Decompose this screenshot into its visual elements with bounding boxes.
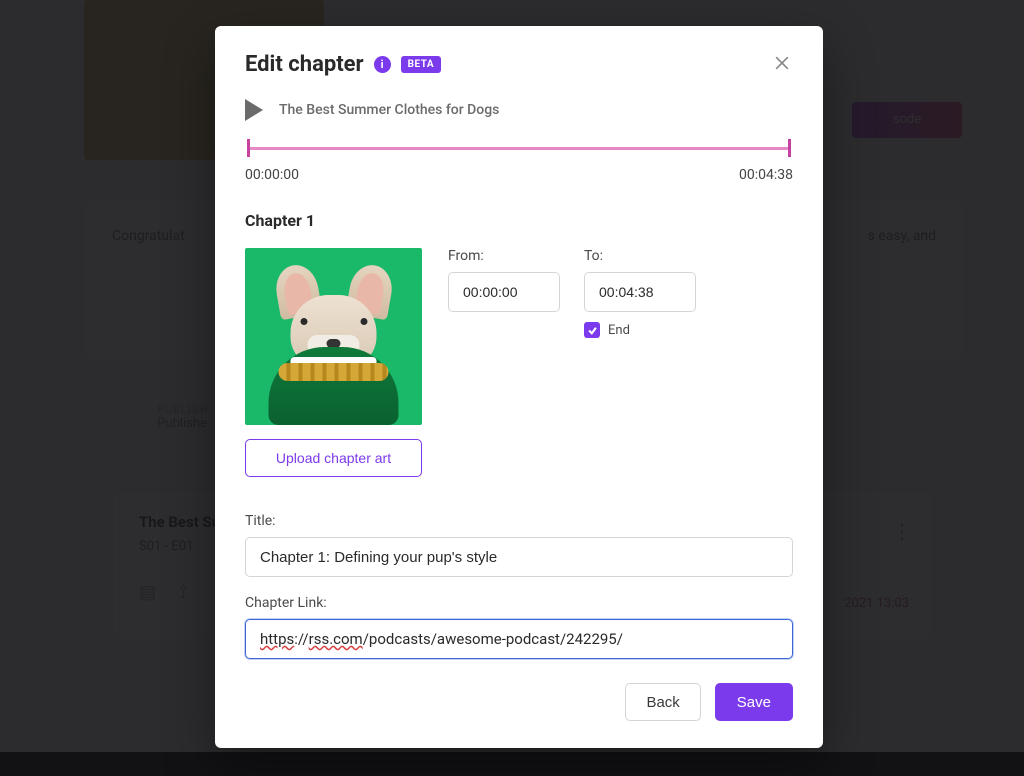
close-icon (772, 53, 792, 73)
close-button[interactable] (769, 50, 795, 76)
save-button[interactable]: Save (715, 683, 793, 721)
link-part-1: https (260, 630, 294, 648)
time-labels: 00:00:00 00:04:38 (245, 167, 793, 183)
back-button[interactable]: Back (625, 683, 700, 721)
title-form-block: Title: (245, 513, 793, 577)
time-start-label: 00:00:00 (245, 167, 299, 183)
to-input[interactable] (584, 272, 696, 312)
modal-header: Edit chapter i BETA (245, 52, 793, 77)
timeline-handle-end[interactable] (788, 139, 791, 157)
end-checkbox-row: End (584, 322, 696, 338)
chapter-title-input[interactable] (245, 537, 793, 577)
dog-illustration (256, 260, 411, 425)
timeline-bar (249, 147, 789, 150)
link-form-block: Chapter Link: https://rss.com/podcasts/a… (245, 595, 793, 659)
check-icon (587, 325, 598, 336)
link-part-3: rss.com (309, 630, 363, 648)
to-field-group: To: End (584, 248, 696, 338)
chapter-body: Upload chapter art From: To: End (245, 248, 793, 477)
track-name: The Best Summer Clothes for Dogs (279, 102, 499, 118)
chapter-heading: Chapter 1 (245, 211, 793, 230)
to-label: To: (584, 248, 696, 264)
play-button[interactable] (245, 99, 263, 121)
from-label: From: (448, 248, 560, 264)
timeline[interactable] (245, 139, 793, 161)
edit-chapter-modal: Edit chapter i BETA The Best Summer Clot… (215, 26, 823, 748)
timeline-handle-start[interactable] (247, 139, 250, 157)
link-label: Chapter Link: (245, 595, 793, 611)
modal-title: Edit chapter (245, 52, 364, 77)
time-end-label: 00:04:38 (739, 167, 793, 183)
chapter-link-input[interactable]: https://rss.com/podcasts/awesome-podcast… (245, 619, 793, 659)
from-input[interactable] (448, 272, 560, 312)
upload-chapter-art-button[interactable]: Upload chapter art (245, 439, 422, 477)
modal-footer: Back Save (245, 683, 793, 721)
info-icon[interactable]: i (374, 56, 391, 73)
beta-badge: BETA (401, 56, 442, 73)
link-part-2: :// (294, 630, 308, 648)
end-label: End (608, 323, 630, 338)
title-label: Title: (245, 513, 793, 529)
player-row: The Best Summer Clothes for Dogs (245, 99, 793, 121)
link-part-4: /podcasts/awesome-podcast/242295/ (363, 630, 623, 648)
from-field-group: From: (448, 248, 560, 338)
chapter-art-preview (245, 248, 422, 425)
end-checkbox[interactable] (584, 322, 600, 338)
